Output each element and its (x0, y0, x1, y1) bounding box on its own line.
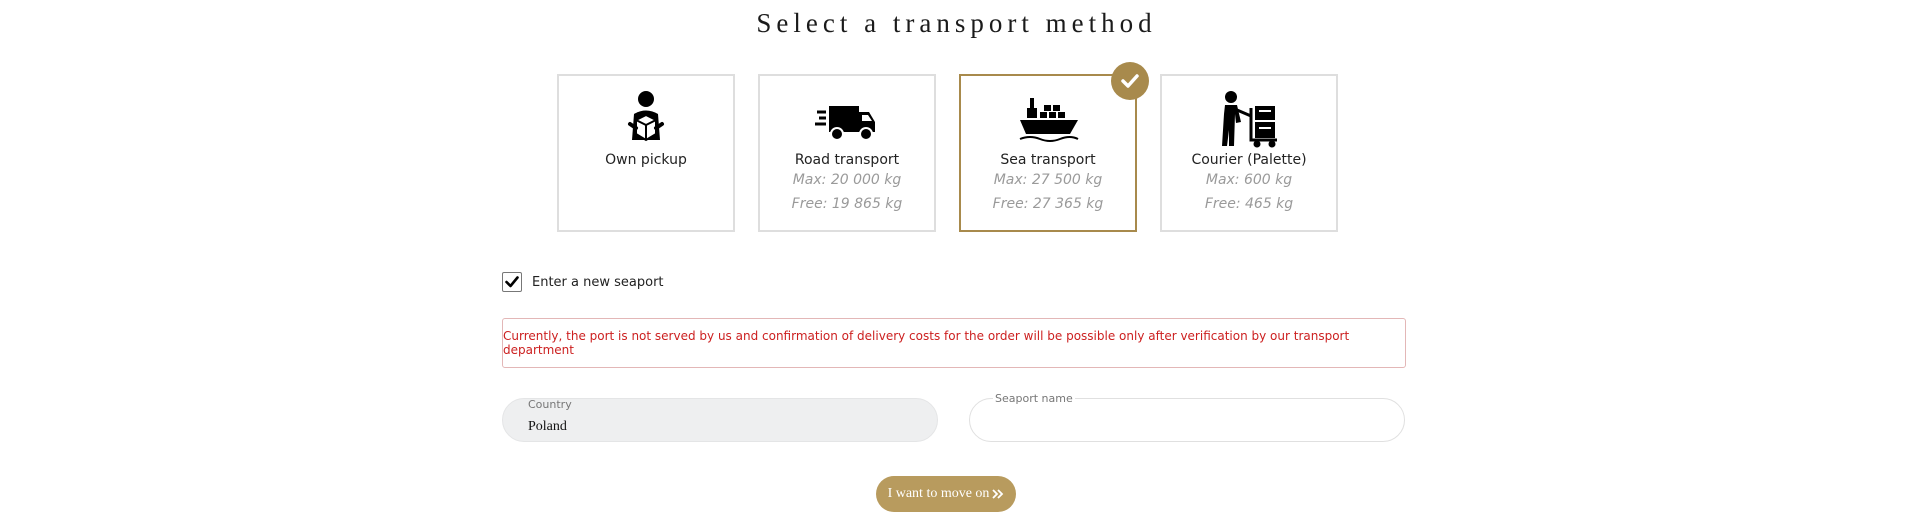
transport-option-courier[interactable]: Courier (Palette) Max: 600 kg Free: 465 … (1160, 74, 1338, 232)
country-label: Country (528, 398, 572, 411)
new-seaport-checkbox[interactable] (502, 272, 522, 292)
new-seaport-label: Enter a new seaport (532, 274, 664, 290)
seaport-name-field[interactable]: Seaport name (969, 392, 1405, 442)
page-title: Select a transport method (756, 8, 1157, 38)
seaport-warning-alert: Currently, the port is not served by us … (502, 318, 1406, 368)
transport-option-max: Max: 600 kg (1205, 172, 1293, 188)
move-on-button[interactable]: I want to move on (876, 476, 1016, 512)
selected-badge (1111, 62, 1149, 100)
checkmark-icon (505, 276, 519, 288)
transport-option-name: Sea transport (1000, 152, 1096, 168)
transport-option-free: Free: 27 365 kg (992, 196, 1104, 212)
move-on-label: I want to move on (887, 486, 990, 501)
transport-option-name: Own pickup (605, 152, 687, 168)
transport-option-free: Free: 465 kg (1204, 196, 1294, 212)
transport-option-max: Max: 20 000 kg (792, 172, 902, 188)
courier-cart-icon (1222, 91, 1277, 148)
person-with-box-icon (628, 91, 664, 142)
transport-option-free: Free: 19 865 kg (791, 196, 903, 212)
seaport-name-input[interactable] (995, 419, 1375, 435)
transport-option-max: Max: 27 500 kg (993, 172, 1103, 188)
delivery-truck-icon (815, 106, 875, 141)
transport-option-sea[interactable]: Sea transport Max: 27 500 kg Free: 27 36… (959, 62, 1149, 232)
cargo-ship-icon (1019, 98, 1079, 142)
transport-option-own-pickup[interactable]: Own pickup (557, 74, 735, 232)
transport-option-name: Road transport (794, 152, 900, 168)
transport-option-name: Courier (Palette) (1191, 152, 1307, 168)
new-seaport-toggle[interactable]: Enter a new seaport (502, 272, 664, 292)
double-chevron-right-icon (992, 489, 1004, 499)
country-value[interactable]: Poland (528, 419, 908, 435)
seaport-warning-text: Currently, the port is not served by us … (503, 329, 1350, 357)
country-field[interactable]: Country Poland (502, 398, 938, 442)
checkmark-icon (1121, 74, 1139, 88)
seaport-name-label: Seaport name (993, 392, 1075, 405)
transport-option-road[interactable]: Road transport Max: 20 000 kg Free: 19 8… (758, 74, 936, 232)
